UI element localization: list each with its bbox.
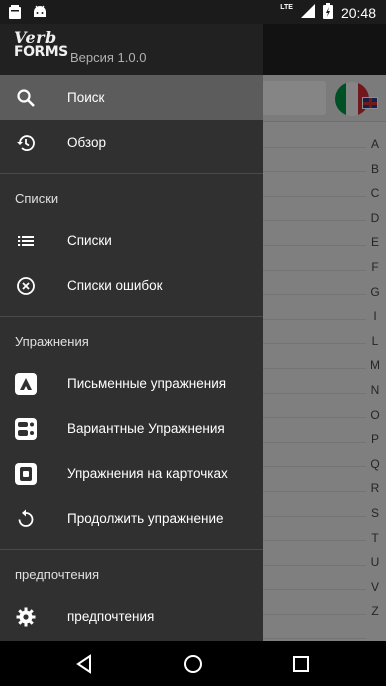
replay-icon	[15, 508, 37, 530]
app-logo: Verb FORMS	[14, 28, 68, 60]
flashcard-icon	[15, 463, 37, 485]
status-bar: LTE 20:48	[0, 0, 386, 24]
drawer-header: Verb FORMS Версия 1.0.0	[0, 24, 263, 75]
divider	[0, 549, 263, 550]
nav-item-label: Списки	[67, 233, 112, 248]
nav-item-label: Упражнения на карточках	[67, 466, 228, 481]
nav-item-lists[interactable]: Списки	[0, 218, 263, 263]
notification-icon	[8, 4, 22, 25]
back-icon[interactable]	[74, 653, 96, 675]
nav-item-label: Продолжить упражнение	[67, 511, 224, 526]
nav-item-error-lists[interactable]: Списки ошибок	[0, 263, 263, 308]
nav-item-continue-exercise[interactable]: Продолжить упражнение	[0, 496, 263, 541]
nav-item-search[interactable]: Поиск	[0, 75, 263, 120]
android-icon	[32, 4, 48, 25]
nav-item-flashcard-exercises[interactable]: Упражнения на карточках	[0, 451, 263, 496]
nav-item-overview[interactable]: Обзор	[0, 120, 263, 165]
nav-item-label: Поиск	[67, 90, 105, 105]
section-header-exercises: Упражнения	[15, 333, 89, 349]
navigation-drawer: Verb FORMS Версия 1.0.0 Поиск Обзор Спис…	[0, 24, 263, 641]
nav-item-label: Вариантные Упражнения	[67, 421, 225, 436]
list-icon	[15, 230, 37, 252]
cancel-circle-icon	[15, 275, 37, 297]
battery-charging-icon	[322, 3, 333, 22]
nav-item-label: Списки ошибок	[67, 278, 163, 293]
history-icon	[15, 132, 37, 154]
nav-item-preferences[interactable]: предпочтения	[0, 594, 263, 639]
system-nav-bar	[0, 641, 386, 686]
section-header-lists: Списки	[15, 190, 59, 206]
recents-icon[interactable]	[290, 653, 312, 675]
nav-item-label: Письменные упражнения	[67, 376, 227, 391]
search-icon	[15, 87, 37, 109]
clock: 20:48	[340, 4, 376, 21]
nav-item-label: предпочтения	[67, 609, 155, 624]
section-header-preferences: предпочтения	[15, 566, 100, 582]
network-type: LTE	[280, 4, 293, 11]
divider	[0, 316, 263, 317]
gear-icon	[15, 606, 37, 628]
app-version: Версия 1.0.0	[70, 50, 147, 65]
divider	[0, 173, 263, 174]
signal-icon	[300, 4, 315, 21]
home-icon[interactable]	[182, 653, 204, 675]
written-exercise-icon	[15, 373, 37, 395]
nav-item-choice-exercises[interactable]: Вариантные Упражнения	[0, 406, 263, 451]
multiple-choice-icon	[15, 418, 37, 440]
nav-item-label: Обзор	[67, 135, 106, 150]
nav-item-written-exercises[interactable]: Письменные упражнения	[0, 361, 263, 406]
